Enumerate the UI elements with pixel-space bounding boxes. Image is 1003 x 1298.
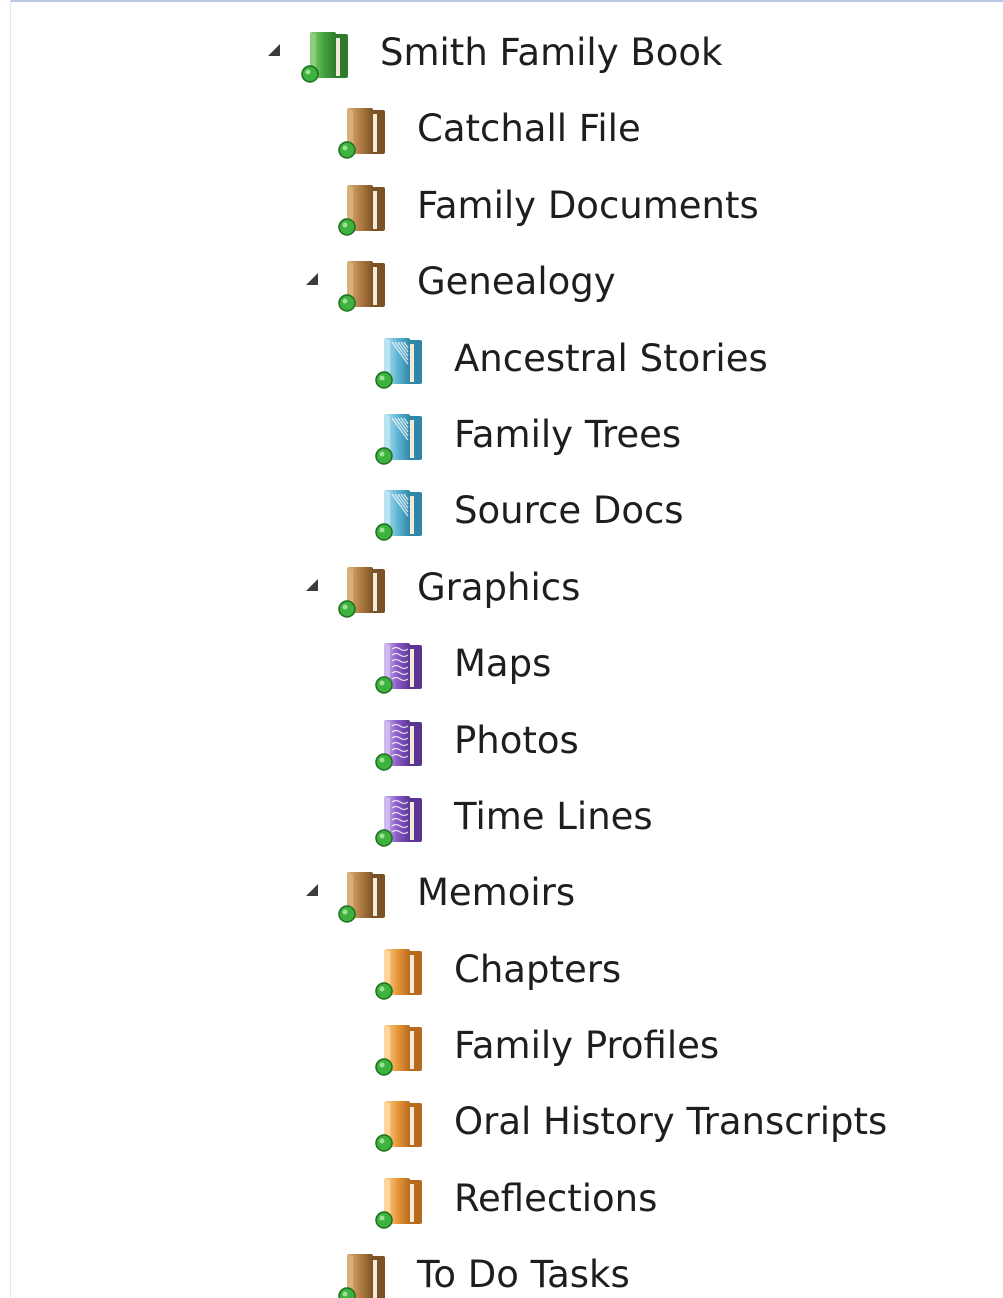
tree-item-label: Ancestral Stories: [454, 336, 768, 380]
tree-item-label: Photos: [454, 718, 579, 762]
tree-item-oral-history-transcripts[interactable]: Oral History Transcripts: [0, 1085, 1003, 1161]
tree-item-family-trees[interactable]: Family Trees: [0, 398, 1003, 474]
tree-item-label: Graphics: [417, 565, 581, 609]
binder-brown-icon: [337, 183, 391, 237]
expand-collapse-toggle[interactable]: [268, 44, 280, 56]
binder-purple-icon: [374, 794, 428, 848]
tree-item-maps[interactable]: Maps: [0, 627, 1003, 703]
tree-item-label: To Do Tasks: [417, 1253, 630, 1297]
book-binder-green-icon: [300, 30, 354, 84]
tree-item-time-lines[interactable]: Time Lines: [0, 780, 1003, 856]
tree-item-label: Source Docs: [454, 489, 684, 533]
tree-item-source-docs[interactable]: Source Docs: [0, 474, 1003, 550]
binder-orange-icon: [374, 1099, 428, 1153]
binder-brown-icon: [337, 1252, 391, 1298]
tree-view-panel: Smith Family Book Catchall File Family D…: [0, 0, 1003, 1298]
binder-brown-icon: [337, 870, 391, 924]
tree-item-family-profiles[interactable]: Family Profiles: [0, 1009, 1003, 1085]
tree-item-label: Reflections: [454, 1176, 658, 1220]
tree-item-family-documents[interactable]: Family Documents: [0, 169, 1003, 245]
tree-item-smith-family-book[interactable]: Smith Family Book: [0, 16, 1003, 92]
tree-item-label: Maps: [454, 642, 552, 686]
tree-item-label: Memoirs: [417, 871, 576, 915]
expand-collapse-toggle[interactable]: [306, 273, 318, 286]
tree-item-label: Catchall File: [417, 107, 641, 151]
tree-item-label: Genealogy: [417, 260, 616, 304]
expand-collapse-toggle[interactable]: [306, 578, 318, 591]
binder-purple-icon: [374, 641, 428, 695]
binder-orange-icon: [374, 1176, 428, 1230]
tree-item-label: Time Lines: [454, 794, 653, 838]
tree-item-photos[interactable]: Photos: [0, 704, 1003, 780]
tree-item-label: Family Documents: [417, 183, 759, 227]
panel-top-border: [10, 0, 1003, 8]
binder-brown-icon: [337, 106, 391, 160]
binder-orange-icon: [374, 1023, 428, 1077]
tree-item-chapters[interactable]: Chapters: [0, 933, 1003, 1009]
tree-item-label: Family Profiles: [454, 1024, 720, 1068]
binder-blue-icon: [374, 336, 428, 390]
tree-item-label: Chapters: [454, 947, 622, 991]
binder-orange-icon: [374, 947, 428, 1001]
tree-item-graphics[interactable]: Graphics: [0, 551, 1003, 627]
binder-brown-icon: [337, 259, 391, 313]
binder-blue-icon: [374, 488, 428, 542]
binder-purple-icon: [374, 718, 428, 772]
tree-item-to-do-tasks[interactable]: To Do Tasks: [0, 1238, 1003, 1298]
binder-tree: Smith Family Book Catchall File Family D…: [0, 16, 1003, 1298]
tree-item-genealogy[interactable]: Genealogy: [0, 245, 1003, 321]
tree-item-memoirs[interactable]: Memoirs: [0, 856, 1003, 932]
tree-item-label: Smith Family Book: [380, 31, 723, 74]
tree-item-catchall-file[interactable]: Catchall File: [0, 92, 1003, 168]
tree-item-ancestral-stories[interactable]: Ancestral Stories: [0, 322, 1003, 398]
binder-blue-icon: [374, 412, 428, 466]
tree-item-label: Oral History Transcripts: [454, 1100, 888, 1144]
binder-brown-icon: [337, 565, 391, 619]
expand-collapse-toggle[interactable]: [306, 884, 318, 897]
tree-item-reflections[interactable]: Reflections: [0, 1162, 1003, 1238]
tree-item-label: Family Trees: [454, 412, 682, 456]
